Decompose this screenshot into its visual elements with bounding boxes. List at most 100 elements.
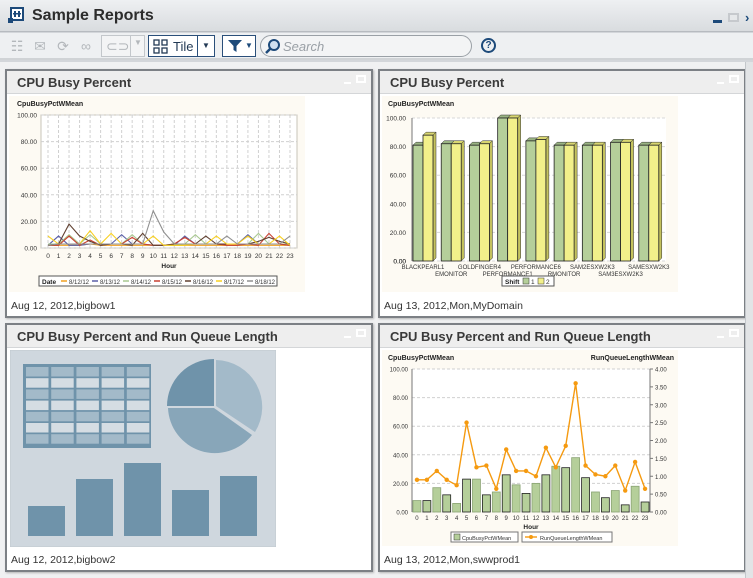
run-queue-point-21 — [623, 488, 628, 493]
bar-side — [432, 131, 437, 262]
help-icon[interactable]: ? — [481, 38, 496, 53]
bar-SAMESXW2K3-shift-1 — [638, 144, 650, 262]
x-tick-label: 18 — [592, 516, 599, 522]
bar-hour-4 — [452, 503, 461, 513]
run-queue-point-4 — [454, 482, 459, 488]
run-queue-point-18 — [593, 472, 598, 477]
run-queue-point-1 — [424, 477, 430, 483]
tile-footer: Aug 13, 2012,Mon,swwprod1 — [384, 554, 521, 566]
chart-legend: Shift 1 2 — [501, 275, 555, 287]
tile-cpu-runqueue-placeholder[interactable]: CPU Busy Percent and Run Queue Length Au… — [5, 323, 373, 572]
minimize-icon[interactable] — [713, 20, 722, 23]
link-button[interactable]: ⊂⊃ ▼ — [101, 35, 145, 57]
bar-line-chart[interactable]: CpuBusyPctWMean RunQueueLengthWMean 0.00 20… — [382, 350, 678, 546]
search-input[interactable]: Search — [260, 35, 472, 57]
email-icon[interactable]: ✉ — [32, 38, 48, 54]
maximize-icon[interactable] — [729, 329, 739, 337]
filter-dropdown[interactable]: ▼ — [222, 35, 256, 57]
x-tick-label: 17 — [223, 253, 231, 260]
run-queue-point-2 — [434, 468, 439, 474]
list-icon[interactable]: ☷ — [9, 38, 25, 54]
view-mode-dropdown[interactable]: Tile ▼ — [148, 35, 215, 57]
refresh-icon[interactable]: ⟳ — [55, 38, 71, 54]
x-tick-label: 10 — [150, 253, 158, 260]
tile-cpu-runqueue-combo[interactable]: CPU Busy Percent and Run Queue Length Cp… — [378, 323, 746, 572]
y2-axis-title: RunQueueLengthWMean — [591, 355, 674, 362]
y-axis-title: CpuBusyPctWMean — [388, 101, 454, 108]
y-tick-label: 0.00 — [396, 511, 408, 517]
maximize-icon[interactable] — [728, 13, 739, 22]
x-tick-label: 16 — [213, 253, 221, 260]
vertical-scrollbar[interactable] — [745, 62, 753, 578]
x-tick-label: 8 — [130, 253, 134, 260]
run-queue-point-0 — [414, 477, 420, 483]
x-tick-label: 23 — [286, 253, 294, 260]
maximize-icon[interactable] — [356, 329, 366, 337]
x-tick-label: 21 — [622, 516, 629, 522]
bar-hour-0 — [412, 500, 422, 513]
y-tick-label: 40.00 — [21, 192, 38, 199]
bar-hour-15 — [561, 467, 571, 513]
y2-tick-label: 2.50 — [655, 421, 667, 427]
bar-hour-18 — [591, 491, 600, 513]
x-tick-label: 4 — [88, 253, 92, 260]
bar-RMONITOR-shift-2 — [563, 144, 575, 262]
x-tick-label: 22 — [632, 516, 639, 522]
y2-tick-label: 1.00 — [655, 475, 667, 481]
tile-title: CPU Busy Percent and Run Queue Length — [390, 329, 651, 344]
maximize-icon[interactable] — [356, 75, 366, 83]
bar-hour-20 — [610, 490, 620, 513]
bar-SAM2ESXW2K3-shift-2 — [591, 144, 603, 262]
x-tick-label: 23 — [642, 516, 649, 522]
minimize-icon[interactable] — [344, 82, 351, 84]
bar-SAM3ESXW2K3-shift-2 — [620, 141, 631, 262]
tile-title: CPU Busy Percent — [17, 75, 132, 90]
x-tick-label: SAM2ESXW2K3 — [570, 265, 615, 271]
bar-hour-13 — [541, 474, 551, 513]
bar-hour-5 — [462, 478, 471, 513]
bar-hour-23 — [640, 501, 650, 513]
x-tick-label: 3 — [445, 516, 449, 522]
minimize-icon[interactable] — [717, 336, 724, 338]
run-queue-point-22 — [632, 459, 638, 465]
x-tick-label: 13 — [181, 253, 189, 260]
search-icon — [265, 39, 280, 54]
x-tick-label: 11 — [160, 253, 167, 260]
bar-hour-1 — [422, 500, 432, 513]
bar-EMONITOR-shift-2 — [450, 143, 462, 262]
x-tick-label: 3 — [78, 253, 82, 260]
bar-hour-12 — [531, 482, 541, 513]
y-tick-label: 60.00 — [21, 166, 38, 173]
tile-cpu-busy-line[interactable]: CPU Busy Percent CpuBusyPctWMean 0.00 20.0… — [5, 69, 373, 318]
more-icon[interactable]: › — [745, 10, 753, 25]
y-tick-label: 100.00 — [386, 116, 406, 123]
x-tick-label: 7 — [485, 516, 489, 522]
line-chart[interactable]: CpuBusyPctWMean 0.00 20.00 40.00 60.00 80.00 1… — [9, 96, 305, 292]
bar-PERFORMANCE6-shift-2 — [535, 139, 547, 262]
chevron-down-icon: ▼ — [245, 41, 253, 50]
minimize-icon[interactable] — [344, 336, 351, 338]
run-queue-point-7 — [484, 463, 489, 468]
x-tick-label: SAMESXW2K3 — [628, 265, 670, 271]
bar-hour-10 — [511, 484, 521, 513]
run-queue-point-6 — [474, 465, 479, 470]
run-queue-point-20 — [613, 463, 618, 468]
maximize-icon[interactable] — [729, 75, 739, 83]
chart-legend: Date 8/12/12 8/13/12 8/14/12 8/15/12 8/16/12 8… — [38, 275, 278, 287]
x-tick-label: 6 — [475, 516, 479, 522]
tile-cpu-busy-bar[interactable]: CPU Busy Percent CpuBusyPctWMean 0.00 20.0… — [378, 69, 746, 318]
x-tick-label: 9 — [505, 516, 509, 522]
x-tick-label: PERFORMANCE6 — [511, 265, 562, 271]
chevron-down-icon: ▼ — [202, 41, 210, 50]
bar-chart[interactable]: CpuBusyPctWMean 0.00 20.00 40.00 60.00 80.00 1… — [382, 96, 678, 292]
report-placeholder-image — [10, 350, 276, 547]
glasses-icon[interactable]: ∞ — [78, 38, 94, 54]
minimize-icon[interactable] — [717, 82, 724, 84]
y2-tick-label: 0.00 — [655, 511, 667, 517]
y-tick-label: 80.00 — [393, 396, 409, 402]
tile-footer: Aug 13, 2012,Mon,MyDomain — [384, 300, 523, 312]
run-queue-point-14 — [553, 465, 558, 470]
x-tick-label: 17 — [582, 516, 589, 522]
y2-tick-label: 1.50 — [655, 457, 667, 463]
x-tick-label: 9 — [141, 253, 145, 260]
